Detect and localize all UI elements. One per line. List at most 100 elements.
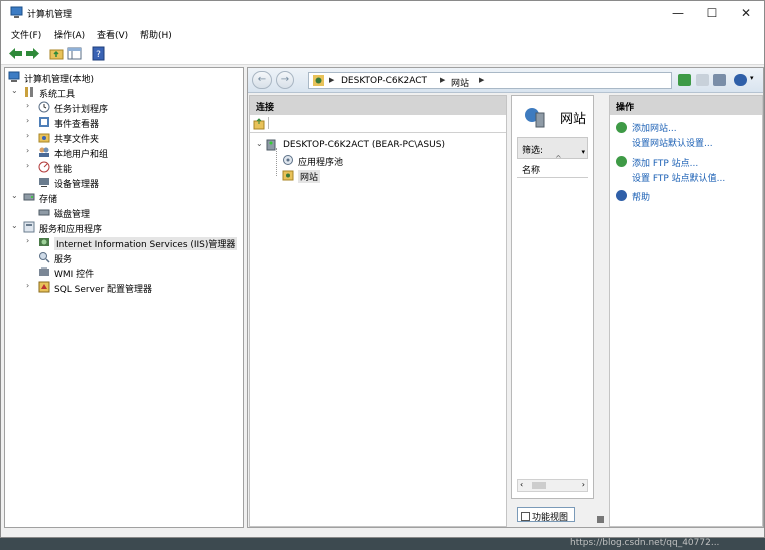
ftp-defaults-link[interactable]: 设置 FTP 站点默认值...	[632, 171, 725, 184]
filter-label: 筛选:	[522, 146, 544, 156]
gear-search-icon	[39, 252, 50, 263]
add-website-link[interactable]: 添加网站...	[632, 121, 677, 134]
actions-pane: 操作 添加网站... 设置网站默认设置... 添加 FTP 站点... 设置 F…	[609, 95, 763, 527]
performance-icon	[38, 161, 50, 173]
features-view-label: 功能视图	[532, 513, 569, 523]
chevron-right-icon[interactable]: ›	[26, 236, 35, 245]
home-icon[interactable]	[713, 74, 726, 86]
chevron-down-icon[interactable]: ⌄	[11, 221, 20, 230]
breadcrumb-separator-icon: ▶	[329, 76, 335, 84]
tree-item-label: 服务和应用程序	[39, 225, 103, 235]
app-pool-icon	[283, 155, 293, 165]
features-view-tab[interactable]: 功能视图	[517, 507, 575, 523]
view-switch-icon[interactable]	[597, 516, 604, 523]
site-defaults-link[interactable]: 设置网站默认设置...	[632, 136, 713, 149]
scroll-thumb[interactable]	[532, 482, 546, 489]
up-folder-icon[interactable]	[49, 46, 64, 61]
minimize-button[interactable]: —	[661, 1, 695, 25]
tree-item-label: WMI 控件	[54, 270, 95, 280]
connect-icon[interactable]	[678, 74, 691, 86]
help-icon	[616, 190, 627, 201]
title-bar: 计算机管理 — ☐ ✕	[1, 1, 764, 25]
tree-item-label: 磁盘管理	[54, 210, 91, 220]
back-arrow-icon[interactable]	[8, 46, 23, 61]
breadcrumb-separator-icon: ▶	[479, 76, 485, 84]
chevron-down-icon[interactable]: ⌄	[11, 191, 20, 200]
actions-header: 操作	[610, 96, 762, 115]
menu-view[interactable]: 查看(V)	[97, 28, 128, 41]
maximize-button[interactable]: ☐	[695, 1, 729, 25]
chevron-right-icon[interactable]: ›	[26, 101, 35, 110]
iis-manager-panel: ← → ▶ DESKTOP-C6K2ACT ▶ 网站 ▶ ▾ 连接 ⌄ DESK…	[247, 67, 764, 528]
clock-icon	[38, 101, 50, 113]
column-header-name[interactable]: 名称 ^	[517, 154, 588, 178]
mail-icon[interactable]	[696, 74, 709, 86]
menu-bar: 文件(F) 操作(A) 查看(V) 帮助(H)	[1, 25, 764, 43]
svg-text:?: ?	[96, 50, 101, 60]
forward-button[interactable]: →	[276, 71, 294, 89]
tree-item-label: 共享文件夹	[54, 135, 100, 145]
sort-arrow-icon: ^	[555, 154, 562, 163]
filter-dropdown-icon[interactable]: ▾	[581, 148, 585, 156]
scroll-left-icon[interactable]: ‹	[520, 480, 523, 489]
sql-server-icon	[38, 281, 50, 293]
tree-item-label: 性能	[54, 165, 73, 175]
chevron-down-icon[interactable]: ⌄	[256, 139, 265, 148]
chevron-right-icon[interactable]: ›	[26, 131, 35, 140]
scroll-right-icon[interactable]: ›	[582, 480, 585, 489]
watermark-text: https://blog.csdn.net/qq_40772...	[570, 538, 720, 548]
tree-connector	[276, 148, 277, 176]
toolbar-divider	[268, 117, 269, 129]
connections-header: 连接	[250, 96, 506, 115]
server-label: DESKTOP-C6K2ACT (BEAR-PC\ASUS)	[283, 140, 445, 150]
show-hide-tree-icon[interactable]	[67, 46, 82, 61]
window-title: 计算机管理	[27, 10, 73, 20]
chevron-right-icon[interactable]: ›	[26, 146, 35, 155]
tree-item-label: Internet Information Services (IIS)管理器	[54, 237, 238, 250]
add-site-icon	[616, 122, 627, 133]
filter-bar[interactable]: 筛选: ▾	[517, 137, 588, 159]
chevron-right-icon[interactable]: ›	[26, 161, 35, 170]
sites-center-pane: 网站 筛选: ▾ 名称 ^ ‹ › 功能视图	[511, 95, 607, 527]
help-link[interactable]: 帮助	[632, 190, 650, 203]
breadcrumb[interactable]: ▶ DESKTOP-C6K2ACT ▶ 网站 ▶	[308, 72, 672, 89]
chevron-down-icon[interactable]: ▾	[750, 74, 754, 82]
tree-item-label: 系统工具	[39, 90, 76, 100]
chevron-right-icon[interactable]: ›	[26, 281, 35, 290]
menu-file[interactable]: 文件(F)	[11, 28, 41, 41]
horizontal-scrollbar[interactable]: ‹ ›	[517, 479, 588, 492]
wmi-icon	[39, 267, 49, 276]
menu-help[interactable]: 帮助(H)	[140, 28, 172, 41]
sites-server-icon	[525, 108, 545, 128]
forward-arrow-icon[interactable]	[25, 46, 40, 61]
breadcrumb-host[interactable]: DESKTOP-C6K2ACT	[341, 76, 427, 86]
iis-icon	[39, 238, 49, 246]
chevron-right-icon[interactable]: ›	[26, 116, 35, 125]
computer-management-icon	[10, 6, 23, 18]
navigation-tree: 计算机管理(本地) ⌄ 系统工具 › 任务计划程序 › 事件查看器 › 共享文件…	[4, 67, 244, 528]
toolbar: ?	[1, 43, 764, 65]
sites-heading: 网站	[560, 112, 587, 127]
tree-item-label: 存储	[39, 195, 58, 205]
tree-item-label: 任务计划程序	[54, 105, 109, 115]
users-icon	[39, 147, 49, 157]
app-pools-label: 应用程序池	[298, 158, 344, 168]
new-connection-icon[interactable]	[253, 118, 265, 130]
tree-item-label: 计算机管理(本地)	[24, 75, 95, 85]
connections-pane: 连接 ⌄ DESKTOP-C6K2ACT (BEAR-PC\ASUS) 应用程序…	[249, 95, 507, 527]
close-button[interactable]: ✕	[729, 1, 763, 25]
menu-action[interactable]: 操作(A)	[54, 28, 85, 41]
tree-item-label: SQL Server 配置管理器	[54, 285, 153, 295]
help-icon[interactable]	[734, 74, 747, 86]
tree-item-label: 服务	[54, 255, 73, 265]
breadcrumb-section[interactable]: 网站	[451, 76, 469, 89]
chevron-down-icon[interactable]: ⌄	[11, 86, 20, 95]
tree-item-label: 事件查看器	[54, 120, 100, 130]
back-button[interactable]: ←	[252, 71, 272, 89]
help-book-icon[interactable]: ?	[91, 46, 106, 61]
disk-icon	[38, 209, 50, 216]
add-ftp-site-link[interactable]: 添加 FTP 站点...	[632, 156, 698, 169]
tools-icon	[25, 87, 33, 97]
device-manager-icon	[39, 178, 49, 187]
computer-management-window: 计算机管理 — ☐ ✕ 文件(F) 操作(A) 查看(V) 帮助(H) ? 计算…	[0, 0, 765, 538]
